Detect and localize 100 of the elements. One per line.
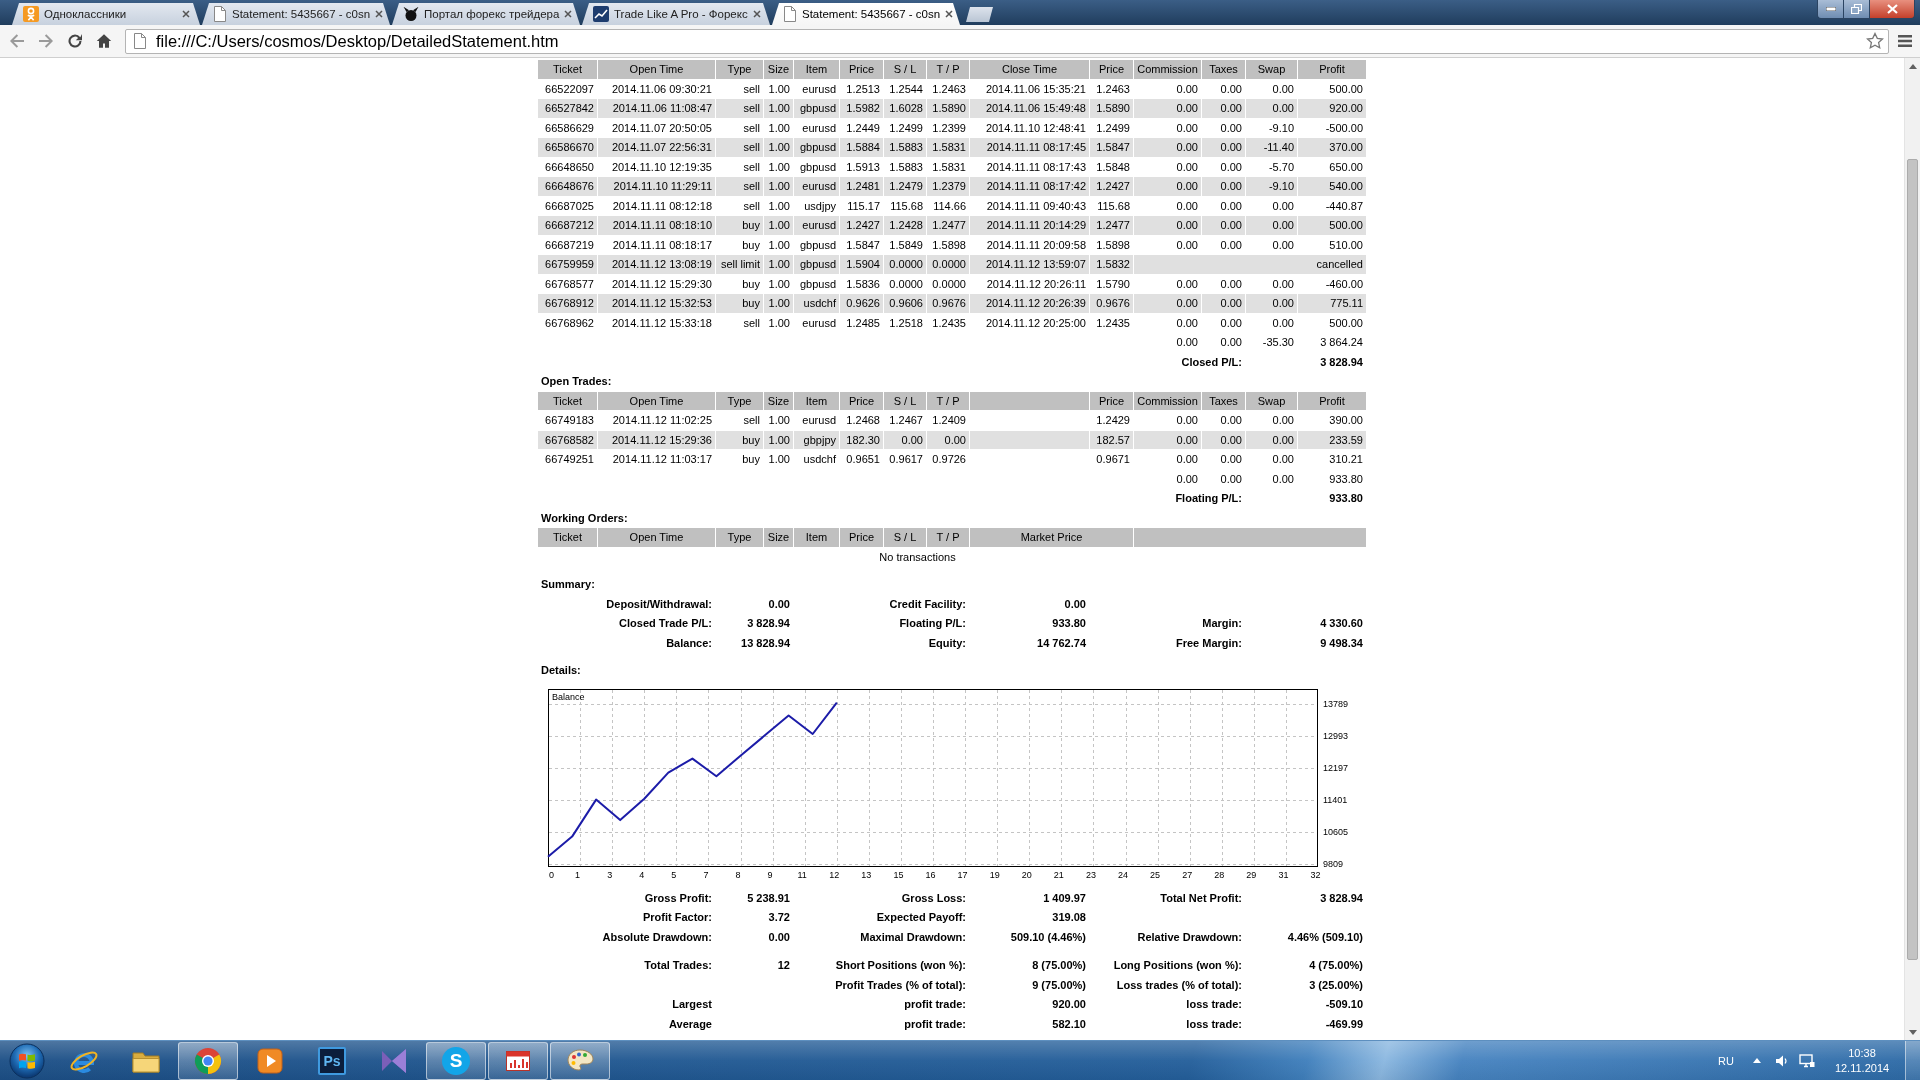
column-header: T / P — [927, 528, 969, 547]
table-cell-text: 0.00 — [1271, 81, 1295, 97]
table-cell-text: 0.00 — [1271, 413, 1295, 429]
stat-label: Largest — [672, 998, 712, 1011]
bookmark-button[interactable] — [1864, 30, 1886, 52]
table-cell-text: 0.0000 — [888, 276, 924, 292]
speaker-icon — [1775, 1053, 1789, 1068]
stat-label: Relative Drawdown: — [1137, 930, 1242, 943]
x-axis-label: 13 — [861, 869, 872, 880]
x-axis-label: 16 — [925, 869, 936, 880]
table-cell: 66768912 — [538, 294, 597, 313]
table-cell-text: 0.9726 — [931, 452, 967, 468]
table-cell-text: eurusd — [801, 120, 837, 136]
right-arrow-icon — [37, 33, 54, 49]
column-header: Open Time — [598, 391, 715, 410]
table-cell: 500.00 — [1298, 216, 1366, 235]
scrollbar-thumb[interactable] — [1907, 159, 1918, 960]
table-cell-text: gbpusd — [798, 276, 837, 292]
table-cell-text: 0.00 — [1271, 237, 1295, 253]
minimize-button[interactable] — [1817, 0, 1843, 19]
table-cell-text: 2014.11.06 09:30:21 — [610, 81, 713, 97]
x-axis-label: 15 — [893, 869, 904, 880]
close-window-button[interactable] — [1869, 0, 1915, 19]
table-cell-text: 66768962 — [544, 315, 595, 331]
menu-icon — [1896, 34, 1913, 48]
new-tab-button[interactable] — [966, 7, 993, 22]
taskbar-button[interactable] — [178, 1041, 238, 1080]
column-header: Size — [764, 391, 793, 410]
scrollbar[interactable] — [1904, 58, 1920, 1040]
column-header: Commission — [1134, 60, 1201, 79]
table-cell-text: 1.5913 — [845, 159, 881, 175]
down-arrow-icon — [1908, 1029, 1917, 1035]
table-cell-text: sell — [742, 120, 761, 136]
summary-value: 14 762.74 — [1037, 636, 1086, 649]
table-cell-text: 1.2463 — [931, 81, 967, 97]
taskbar-button[interactable] — [550, 1041, 610, 1080]
table-cell-text: 1.2449 — [845, 120, 881, 136]
x-axis-label: 7 — [703, 869, 709, 880]
table-cell-text: 1.5847 — [845, 237, 881, 253]
table-cell: 1.2481 — [840, 177, 883, 196]
empty-message: No transactions — [879, 550, 956, 563]
table-cell-text: 0.00 — [1219, 120, 1243, 136]
table-cell-text: 115.68 — [1096, 198, 1131, 214]
table-cell-text: 2014.11.06 15:35:21 — [984, 81, 1087, 97]
close-tab-button[interactable] — [375, 9, 384, 19]
table-cell-text: 2014.11.10 12:48:41 — [984, 120, 1087, 136]
table-cell-text: 0.00 — [1175, 159, 1199, 175]
restore-button[interactable] — [1843, 0, 1869, 19]
browser-tab[interactable]: Statement: 5435667 - c0sn — [202, 3, 390, 25]
stat-label: Long Positions (won %): — [1113, 959, 1242, 972]
close-tab-button[interactable] — [945, 9, 954, 19]
column-header: Item — [794, 391, 839, 410]
up-triangle-icon — [1753, 1058, 1761, 1063]
close-tab-button[interactable] — [752, 9, 761, 19]
close-tab-button[interactable] — [181, 9, 191, 19]
table-cell-text: 0.00 — [1219, 413, 1243, 429]
show-desktop-button[interactable] — [1905, 1040, 1920, 1080]
x-axis-label: 3 — [607, 869, 613, 880]
stat-value: 12 — [777, 959, 790, 972]
table-cell: 0.00 — [1246, 294, 1297, 313]
table-cell-text: 1.2463 — [1095, 81, 1131, 97]
browser-tab[interactable]: Одноклассники — [12, 3, 200, 25]
stat-label: Gross Profit: — [644, 891, 712, 904]
table-cell-text: 0.00 — [1175, 335, 1199, 351]
language-indicator[interactable]: RU — [1718, 1054, 1734, 1067]
table-cell-text: 0.00 — [1219, 81, 1243, 97]
clock-time[interactable]: 10:38 — [1848, 1045, 1876, 1061]
x-axis-label: 0 — [549, 869, 554, 880]
x-axis-label: 8 — [735, 869, 741, 880]
table-cell: 1.00 — [764, 294, 793, 313]
table-cell-text: 1.2518 — [888, 315, 924, 331]
table-cell-text: 2014.11.10 12:19:35 — [610, 159, 713, 175]
table-cell-text: 1.2435 — [931, 315, 967, 331]
x-axis-label: 19 — [989, 869, 1000, 880]
table-cell-text: 3 864.24 — [1319, 335, 1364, 351]
table-cell: 1.00 — [764, 99, 793, 118]
stat-label: Average — [669, 1017, 712, 1030]
close-tab-button[interactable] — [564, 9, 573, 19]
table-cell-text: 0.00 — [1271, 471, 1295, 487]
clock-date[interactable]: 12.11.2014 — [1834, 1060, 1890, 1076]
browser-tab[interactable]: Trade Like A Pro - Форекс — [582, 3, 770, 25]
taskbar-button[interactable] — [488, 1041, 548, 1080]
x-axis-label: 31 — [1278, 869, 1289, 880]
column-header: T / P — [927, 60, 969, 79]
play-icon — [255, 1045, 285, 1076]
table-cell: 2014.11.12 15:32:53 — [598, 294, 715, 313]
browser-tab[interactable]: Портал форекс трейдера — [392, 3, 580, 25]
address-field[interactable]: file:///C:/Users/cosmos/Desktop/DetailedStatement.htm — [125, 28, 1889, 54]
x-axis-label: 1 — [575, 869, 581, 880]
up-arrow-icon — [1908, 63, 1917, 69]
y-axis-label: 10605 — [1323, 826, 1349, 837]
table-cell: 2014.11.11 08:17:42 — [970, 177, 1089, 196]
y-axis-label: 12993 — [1323, 730, 1349, 741]
summary-label: Floating P/L: — [899, 617, 966, 630]
table-cell: 1.5884 — [840, 138, 883, 157]
column-header: Swap — [1246, 60, 1297, 79]
table-cell: 0.00 — [1202, 216, 1245, 235]
table-cell-text: 0.00 — [1219, 237, 1243, 253]
browser-tab[interactable]: Statement: 5435667 - c0sn — [772, 3, 960, 25]
taskbar-button[interactable]: Ps — [302, 1041, 362, 1080]
